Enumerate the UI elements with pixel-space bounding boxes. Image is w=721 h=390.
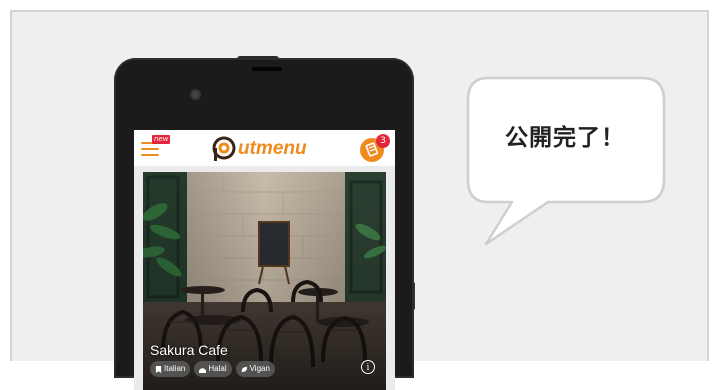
phone-speaker (252, 67, 282, 71)
cuisine-tags: Italian Halal Vigan (150, 361, 275, 377)
phone-screen: new utmenu 3 Sakura Cafe Italian Halal V… (134, 130, 395, 390)
info-icon[interactable]: i (361, 360, 375, 374)
restaurant-list: Sakura Cafe Italian Halal Vigan i (134, 166, 395, 390)
leaf-icon (241, 366, 247, 372)
bookmark-icon (155, 365, 162, 373)
new-badge: new (152, 135, 171, 144)
mosque-icon (199, 367, 207, 373)
restaurant-name: Sakura Cafe (150, 342, 228, 358)
phone-camera (190, 89, 201, 100)
tag-italian: Italian (150, 361, 191, 377)
tag-label: Halal (208, 364, 227, 373)
tag-halal: Halal (194, 361, 232, 377)
phone: new utmenu 3 Sakura Cafe Italian Halal V… (114, 58, 414, 390)
app-logo: utmenu (211, 136, 307, 162)
order-count-badge: 3 (376, 134, 390, 148)
logo-text: utmenu (238, 138, 307, 159)
logo-mark-icon (212, 136, 236, 161)
app-bar: new utmenu 3 (134, 130, 395, 166)
tag-label: Italian (164, 364, 186, 373)
tag-vigan: Vigan (235, 361, 275, 377)
restaurant-card[interactable]: Sakura Cafe Italian Halal Vigan i (143, 172, 386, 390)
speech-bubble (466, 76, 666, 246)
publish-complete-message: 公開完了！ (505, 125, 625, 151)
tag-label: Vigan (249, 364, 270, 373)
hamburger-menu-icon[interactable] (141, 142, 159, 156)
